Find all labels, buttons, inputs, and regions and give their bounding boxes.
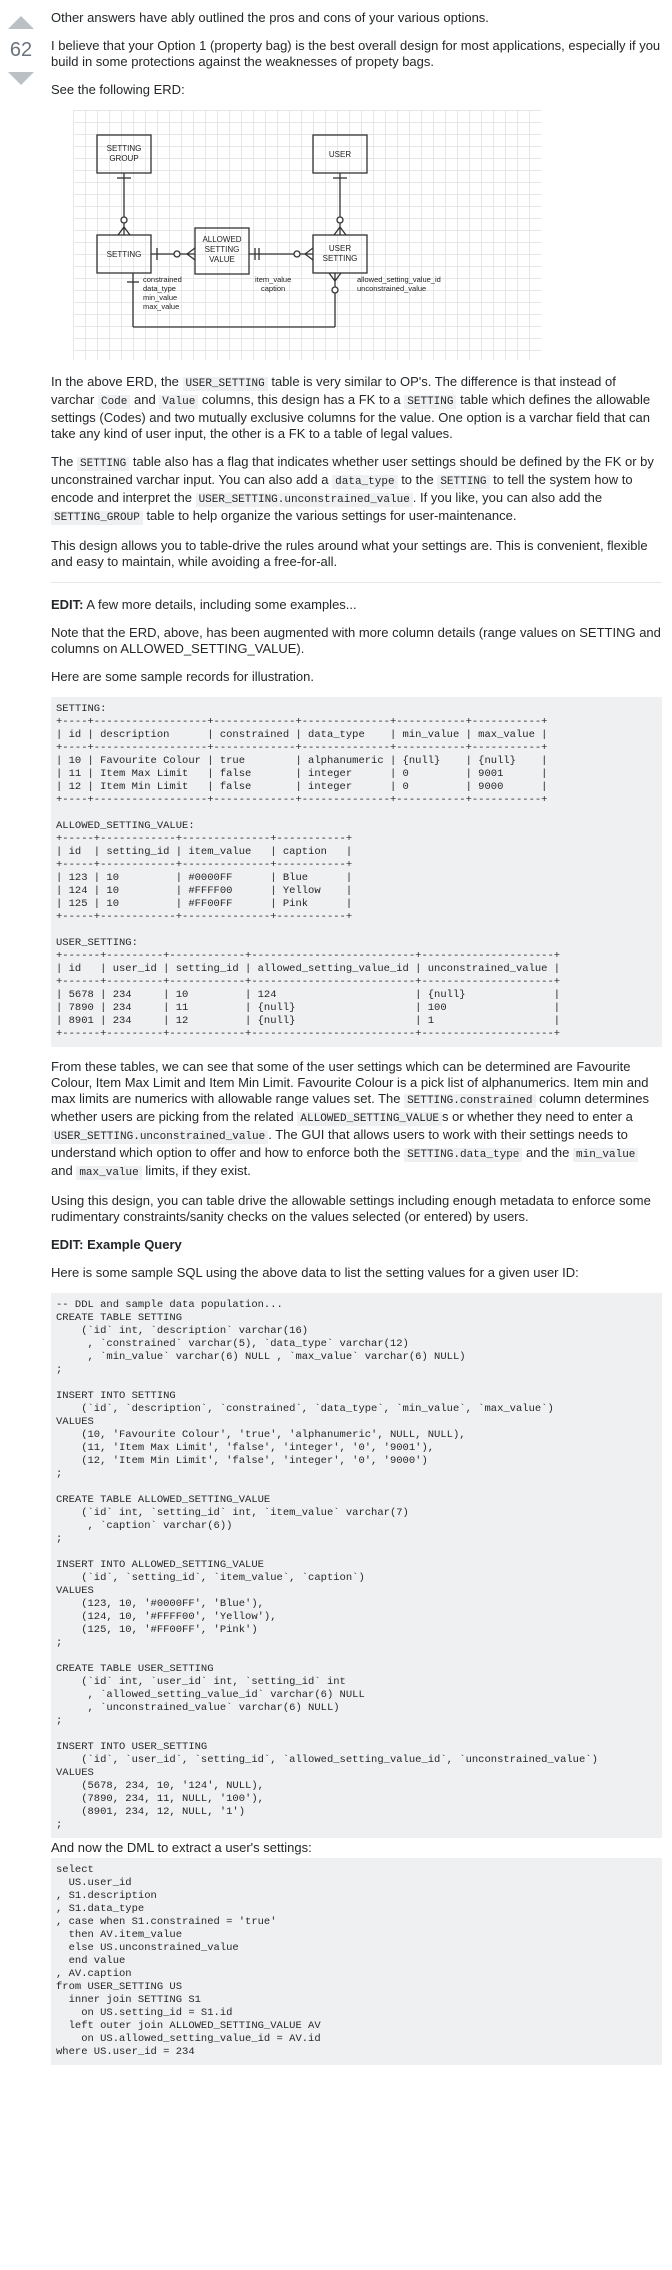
inline-code: data_type bbox=[332, 475, 398, 489]
erd-label-user: USER bbox=[329, 150, 351, 159]
erd-label-allowed-2: SETTING bbox=[205, 245, 240, 254]
inline-code: max_value bbox=[76, 1166, 142, 1180]
inline-code: ALLOWED_SETTING_VALUE bbox=[297, 1112, 443, 1126]
text: limits, if they exist. bbox=[141, 1163, 251, 1178]
erd-svg: SETTING GROUP USER SETTING ALLOWED SETTI… bbox=[96, 134, 441, 328]
tables-explanation-paragraph: From these tables, we can see that some … bbox=[51, 1059, 662, 1181]
using-design-paragraph: Using this design, you can table drive t… bbox=[51, 1193, 651, 1224]
erd-label-setting-group-2: GROUP bbox=[109, 154, 138, 163]
erd-note-paragraph: Note that the ERD, above, has been augme… bbox=[51, 625, 661, 656]
inline-code: USER_SETTING bbox=[182, 377, 268, 391]
erd-label-allowed-3: VALUE bbox=[209, 255, 235, 264]
erd-col-allowed-setting-value-id: allowed_setting_value_id bbox=[357, 275, 441, 284]
inline-code: SETTING bbox=[437, 475, 490, 489]
inline-code: SETTING bbox=[404, 395, 457, 409]
ddl-code-block: -- DDL and sample data population... CRE… bbox=[51, 1293, 662, 1838]
upvote-arrow-icon[interactable] bbox=[8, 16, 34, 29]
answer-container: 62 Other answers have ably outlined the … bbox=[0, 0, 672, 2270]
erd-label-setting: SETTING bbox=[107, 250, 142, 259]
inline-code: SETTING bbox=[77, 457, 130, 471]
text: . If you like, you can also add the bbox=[412, 490, 603, 505]
design-paragraph: This design allows you to table-drive th… bbox=[51, 538, 648, 569]
erd-col-data-type: data_type bbox=[143, 284, 176, 293]
inline-code: SETTING.constrained bbox=[404, 1094, 536, 1108]
erd-description-paragraph: In the above ERD, the USER_SETTING table… bbox=[51, 374, 662, 442]
erd-label-setting-group-1: SETTING bbox=[107, 144, 142, 153]
text: and the bbox=[522, 1145, 573, 1160]
dml-intro: And now the DML to extract a user's sett… bbox=[51, 1840, 312, 1855]
inline-code: Value bbox=[159, 395, 199, 409]
erd-label-user-setting-2: SETTING bbox=[323, 254, 358, 263]
inline-code: Code bbox=[97, 395, 131, 409]
edit-label: EDIT: Example Query bbox=[51, 1237, 182, 1252]
text: The bbox=[51, 454, 78, 469]
vote-cell: 62 bbox=[6, 16, 36, 85]
vote-count: 62 bbox=[9, 39, 33, 61]
text: columns, this design has a FK to a bbox=[198, 392, 405, 407]
dml-code-block: select US.user_id , S1.description , S1.… bbox=[51, 1858, 662, 2065]
sample-records-code-block: SETTING: +----+------------------+------… bbox=[51, 697, 662, 1047]
divider bbox=[51, 582, 662, 583]
text: s or whether they need to enter a bbox=[442, 1109, 633, 1124]
erd-col-unconstrained-value: unconstrained_value bbox=[357, 284, 426, 293]
erd-col-max-value: max_value bbox=[143, 302, 179, 311]
erd-diagram: SETTING GROUP USER SETTING ALLOWED SETTI… bbox=[73, 110, 541, 360]
edit-paragraph-1: EDIT: A few more details, including some… bbox=[51, 597, 662, 613]
inline-code: USER_SETTING.unconstrained_value bbox=[51, 1130, 269, 1144]
text: and bbox=[51, 1163, 77, 1178]
inline-code: SETTING.data_type bbox=[404, 1148, 523, 1162]
setting-flag-paragraph: The SETTING table also has a flag that i… bbox=[51, 454, 662, 526]
downvote-arrow-icon[interactable] bbox=[8, 72, 34, 85]
erd-col-caption: caption bbox=[261, 284, 285, 293]
sample-sql-intro: Here is some sample SQL using the above … bbox=[51, 1265, 579, 1280]
erd-col-min-value: min_value bbox=[143, 293, 177, 302]
edit-label: EDIT: bbox=[51, 597, 84, 612]
text: In the above ERD, the bbox=[51, 374, 183, 389]
text: and bbox=[130, 392, 160, 407]
intro-paragraph-2: I believe that your Option 1 (property b… bbox=[51, 38, 661, 69]
edit-example-query-heading: EDIT: Example Query bbox=[51, 1237, 662, 1253]
intro-paragraph-3: See the following ERD: bbox=[51, 82, 185, 97]
intro-paragraph-1: Other answers have ably outlined the pro… bbox=[51, 10, 489, 25]
erd-col-item-value: item_value bbox=[255, 275, 291, 284]
answer-body: Other answers have ably outlined the pro… bbox=[51, 10, 662, 2077]
text: A few more details, including some examp… bbox=[83, 597, 357, 612]
text: table to help organize the various setti… bbox=[142, 508, 517, 523]
inline-code: SETTING_GROUP bbox=[51, 511, 143, 525]
erd-label-allowed-1: ALLOWED bbox=[202, 235, 241, 244]
sample-records-intro: Here are some sample records for illustr… bbox=[51, 669, 314, 684]
erd-col-constrained: constrained bbox=[143, 275, 182, 284]
inline-code: USER_SETTING.unconstrained_value bbox=[195, 493, 413, 507]
text: to the bbox=[397, 472, 438, 487]
inline-code: min_value bbox=[573, 1148, 639, 1162]
erd-label-user-setting-1: USER bbox=[329, 244, 351, 253]
